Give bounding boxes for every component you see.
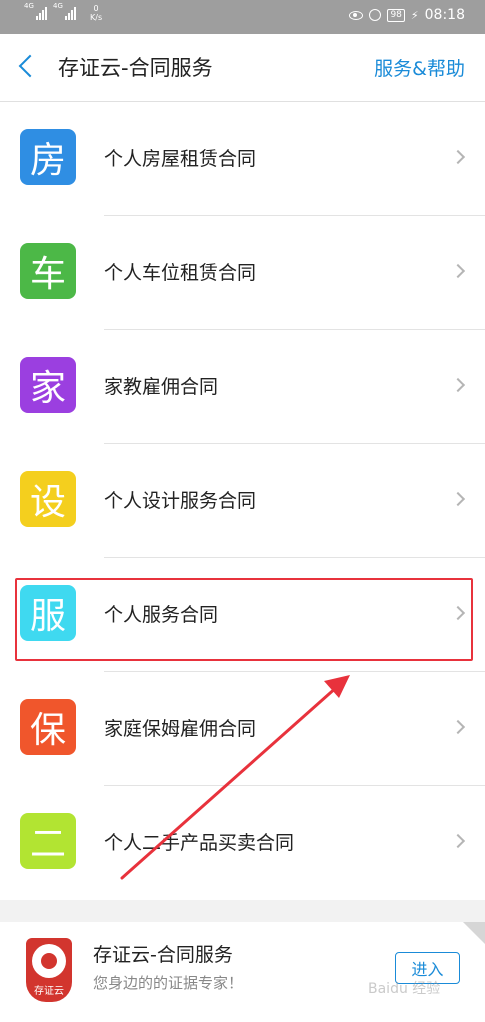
list-item-nanny-employment[interactable]: 保 家庭保姆雇佣合同: [0, 672, 485, 786]
watermark: Baidu 经验: [368, 981, 441, 997]
list-item-label: 个人房屋租赁合同: [104, 148, 257, 170]
speed-unit: K/s: [90, 13, 103, 22]
speed-value: 0: [93, 4, 99, 13]
banner-app-name: 存证云-合同服务: [93, 944, 233, 966]
chevron-right-icon: [450, 377, 466, 393]
app-logo: 存证云: [26, 938, 72, 1002]
list-item-design-service[interactable]: 设 个人设计服务合同: [0, 444, 485, 558]
chevron-right-icon: [450, 149, 466, 165]
list-item-label: 个人车位租赁合同: [104, 262, 257, 284]
app-header: 存证云-合同服务 服务&帮助: [0, 34, 485, 102]
car-icon: 车: [20, 243, 76, 299]
list-item-label: 个人设计服务合同: [104, 490, 257, 512]
network-type-2: 4G: [53, 2, 63, 10]
chevron-right-icon: [450, 719, 466, 735]
signal-icon-2: 4G: [53, 2, 76, 20]
battery-icon: 98: [387, 8, 405, 22]
clock: 08:18: [424, 7, 465, 23]
page-title: 存证云-合同服务: [58, 56, 213, 80]
service-help-link[interactable]: 服务&帮助: [374, 54, 465, 81]
back-icon[interactable]: [18, 54, 42, 78]
chevron-right-icon: [450, 833, 466, 849]
chevron-right-icon: [450, 605, 466, 621]
network-type-1: 4G: [24, 2, 34, 10]
list-item-tutor-employment[interactable]: 家 家教雇佣合同: [0, 330, 485, 444]
eye-icon: [349, 10, 364, 20]
list-item-parking-lease[interactable]: 车 个人车位租赁合同: [0, 216, 485, 330]
list-item-label: 家庭保姆雇佣合同: [104, 718, 257, 740]
signal-icon: 4G: [24, 2, 47, 20]
logo-text: 存证云: [34, 986, 64, 997]
house-icon: 房: [20, 129, 76, 185]
corner-fold-icon: [463, 922, 485, 944]
alarm-icon: [369, 9, 382, 21]
chevron-right-icon: [450, 491, 466, 507]
list-item-personal-service[interactable]: 服 个人服务合同: [0, 558, 485, 672]
home-tutor-icon: 家: [20, 357, 76, 413]
nanny-icon: 保: [20, 699, 76, 755]
banner-slogan: 您身边的的证据专家！: [93, 974, 244, 992]
contract-list: 房 个人房屋租赁合同 车 个人车位租赁合同 家 家教雇佣合同 设 个人设计服务合…: [0, 102, 485, 900]
secondhand-icon: 二: [20, 813, 76, 869]
list-item-secondhand-sale[interactable]: 二 个人二手产品买卖合同: [0, 786, 485, 900]
status-bar: 4G 4G 0 K/s 98 ⚡ 08:18: [0, 0, 485, 34]
design-icon: 设: [20, 471, 76, 527]
service-icon: 服: [20, 585, 76, 641]
list-item-label: 家教雇佣合同: [104, 376, 219, 398]
list-item-label: 个人二手产品买卖合同: [104, 832, 295, 854]
chevron-right-icon: [450, 263, 466, 279]
charging-icon: ⚡: [410, 8, 419, 22]
list-item-house-lease[interactable]: 房 个人房屋租赁合同: [0, 102, 485, 216]
network-speed: 0 K/s: [90, 4, 102, 22]
list-item-label: 个人服务合同: [104, 604, 219, 626]
app-banner: 存证云 存证云-合同服务 您身边的的证据专家！ 进入: [0, 922, 485, 1022]
